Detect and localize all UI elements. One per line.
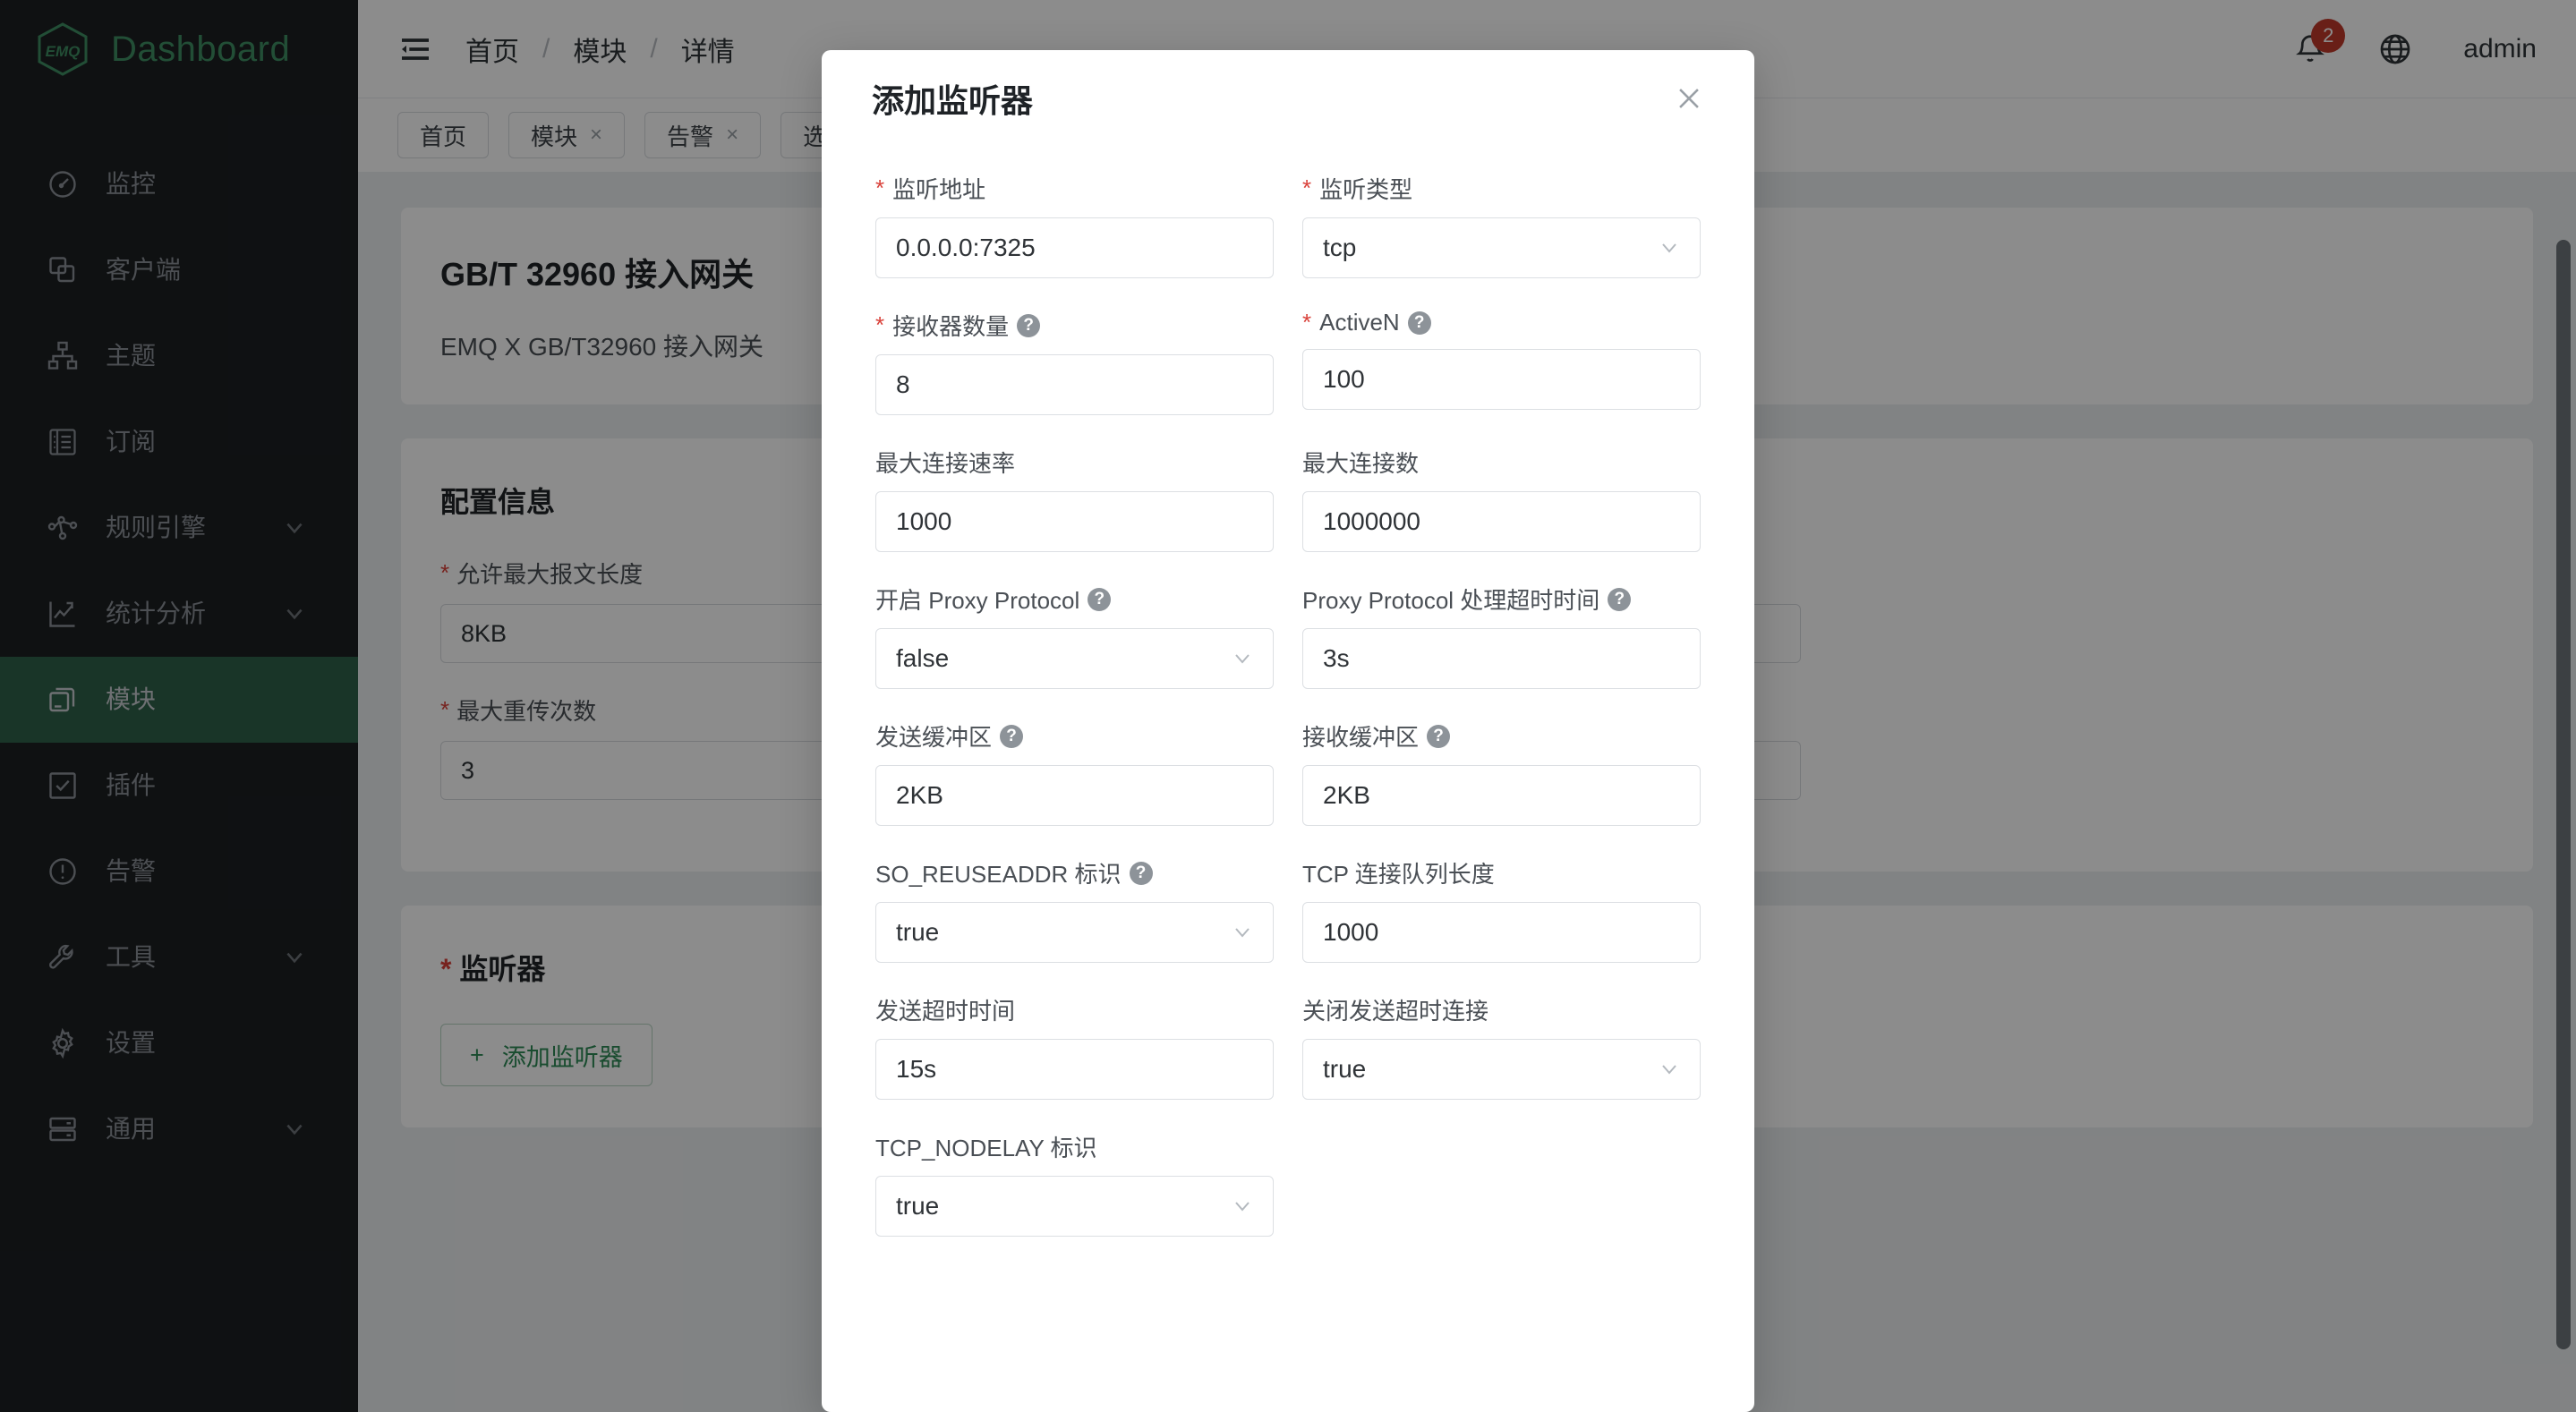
field-label: * 监听类型 — [1302, 172, 1701, 205]
add-listener-dialog: 添加监听器 * 监听地址 0.0.0.0:7325 * 监听类型 tcp * 接… — [822, 50, 1754, 1412]
field-label: SO_REUSEADDR 标识 ? — [875, 856, 1274, 889]
required-marker: * — [1302, 309, 1312, 336]
field-proxy-protocol-timeout: Proxy Protocol 处理超时时间 ? 3s — [1288, 583, 1715, 689]
input-value: 2KB — [1323, 781, 1370, 809]
chevron-down-icon — [1232, 648, 1253, 669]
field-label: 发送缓冲区 ? — [875, 719, 1274, 753]
dialog-header: 添加监听器 — [822, 50, 1754, 147]
dialog-body: * 监听地址 0.0.0.0:7325 * 监听类型 tcp * 接收器数量 ?… — [822, 147, 1754, 1303]
input-value: 1000 — [896, 507, 952, 535]
help-icon[interactable]: ? — [1129, 861, 1153, 885]
field-so-reuseaddr: SO_REUSEADDR 标识 ? true — [861, 856, 1288, 963]
field-label: 最大连接速率 — [875, 446, 1274, 479]
help-icon[interactable]: ? — [1017, 313, 1041, 337]
dialog-title: 添加监听器 — [872, 82, 1034, 119]
field-max-conn-rate: 最大连接速率 1000 — [861, 446, 1288, 552]
so-reuseaddr-select[interactable]: true — [875, 902, 1274, 963]
tcp-nodelay-select[interactable]: true — [875, 1176, 1274, 1237]
field-max-connections: 最大连接数 1000000 — [1288, 446, 1715, 552]
chevron-down-icon — [1659, 237, 1680, 259]
required-marker: * — [875, 311, 885, 338]
proxy-protocol-timeout-input[interactable]: 3s — [1302, 628, 1701, 689]
field-listen-address: * 监听地址 0.0.0.0:7325 — [861, 172, 1288, 278]
help-icon[interactable]: ? — [1407, 310, 1431, 335]
field-proxy-protocol: 开启 Proxy Protocol ? false — [861, 583, 1288, 689]
field-label: 关闭发送超时连接 — [1302, 993, 1701, 1026]
chevron-down-icon — [1232, 1195, 1253, 1217]
label-text: 开启 Proxy Protocol — [875, 587, 1080, 614]
page-scrollbar[interactable] — [2556, 240, 2571, 1349]
label-text: ActiveN — [1319, 309, 1400, 336]
field-label: 最大连接数 — [1302, 446, 1701, 479]
input-value: 2KB — [896, 781, 943, 809]
label-text: 接收缓冲区 — [1302, 724, 1420, 751]
label-text: 关闭发送超时连接 — [1302, 998, 1489, 1025]
activen-input[interactable]: 100 — [1302, 349, 1701, 410]
label-text: Proxy Protocol 处理超时时间 — [1302, 587, 1600, 614]
listen-address-input[interactable]: 0.0.0.0:7325 — [875, 217, 1274, 278]
field-acceptors: * 接收器数量 ? 8 — [861, 309, 1288, 415]
label-text: SO_REUSEADDR 标识 — [875, 861, 1122, 888]
label-text: 接收器数量 — [892, 313, 1010, 340]
send-timeout-close-select[interactable]: true — [1302, 1039, 1701, 1100]
label-text: 发送超时时间 — [875, 998, 1016, 1025]
input-value: 0.0.0.0:7325 — [896, 234, 1036, 261]
input-value: 8 — [896, 370, 910, 398]
label-text: 最大连接速率 — [875, 450, 1016, 477]
input-value: 1000000 — [1323, 507, 1421, 535]
send-buffer-input[interactable]: 2KB — [875, 765, 1274, 826]
field-label: * 监听地址 — [875, 172, 1274, 205]
field-tcp-backlog: TCP 连接队列长度 1000 — [1288, 856, 1715, 963]
listen-type-select[interactable]: tcp — [1302, 217, 1701, 278]
field-label: 接收缓冲区 ? — [1302, 719, 1701, 753]
help-icon[interactable]: ? — [1000, 724, 1024, 748]
help-icon[interactable]: ? — [1608, 587, 1632, 611]
label-text: 监听类型 — [1319, 176, 1413, 203]
app-root: EMQ Dashboard 监控 客户端 主题 订阅 规则引擎 统计分析 模块 … — [0, 0, 2576, 1412]
listener-form: * 监听地址 0.0.0.0:7325 * 监听类型 tcp * 接收器数量 ?… — [861, 172, 1715, 1267]
field-tcp-nodelay: TCP_NODELAY 标识 true — [861, 1130, 1288, 1237]
close-icon[interactable] — [1674, 83, 1704, 114]
field-label: 开启 Proxy Protocol ? — [875, 583, 1274, 616]
input-value: 1000 — [1323, 918, 1379, 946]
label-text: 监听地址 — [892, 176, 986, 203]
field-send-timeout-close: 关闭发送超时连接 true — [1288, 993, 1715, 1100]
send-timeout-input[interactable]: 15s — [875, 1039, 1274, 1100]
select-value: true — [896, 1192, 940, 1220]
select-value: true — [1323, 1055, 1367, 1083]
field-label: Proxy Protocol 处理超时时间 ? — [1302, 583, 1701, 616]
field-send-buffer: 发送缓冲区 ? 2KB — [861, 719, 1288, 826]
field-label: TCP_NODELAY 标识 — [875, 1130, 1274, 1163]
required-marker: * — [1302, 174, 1312, 201]
label-text: 发送缓冲区 — [875, 724, 993, 751]
select-value: false — [896, 644, 950, 672]
field-activen: * ActiveN ? 100 — [1288, 309, 1715, 415]
select-value: tcp — [1323, 234, 1357, 261]
label-text: TCP 连接队列长度 — [1302, 861, 1495, 888]
chevron-down-icon — [1659, 1059, 1680, 1080]
field-send-timeout: 发送超时时间 15s — [861, 993, 1288, 1100]
input-value: 15s — [896, 1055, 937, 1083]
proxy-protocol-select[interactable]: false — [875, 628, 1274, 689]
acceptors-input[interactable]: 8 — [875, 354, 1274, 415]
help-icon[interactable]: ? — [1088, 587, 1112, 611]
help-icon[interactable]: ? — [1427, 724, 1451, 748]
tcp-backlog-input[interactable]: 1000 — [1302, 902, 1701, 963]
label-text: TCP_NODELAY 标识 — [875, 1135, 1097, 1161]
field-label: * ActiveN ? — [1302, 309, 1701, 336]
required-marker: * — [875, 174, 885, 201]
field-recv-buffer: 接收缓冲区 ? 2KB — [1288, 719, 1715, 826]
field-label: 发送超时时间 — [875, 993, 1274, 1026]
chevron-down-icon — [1232, 922, 1253, 943]
label-text: 最大连接数 — [1302, 450, 1420, 477]
field-label: TCP 连接队列长度 — [1302, 856, 1701, 889]
input-value: 3s — [1323, 644, 1350, 672]
select-value: true — [896, 918, 940, 946]
input-value: 100 — [1323, 365, 1365, 393]
field-label: * 接收器数量 ? — [875, 309, 1274, 342]
field-listen-type: * 监听类型 tcp — [1288, 172, 1715, 278]
recv-buffer-input[interactable]: 2KB — [1302, 765, 1701, 826]
max-conn-rate-input[interactable]: 1000 — [875, 491, 1274, 552]
max-connections-input[interactable]: 1000000 — [1302, 491, 1701, 552]
